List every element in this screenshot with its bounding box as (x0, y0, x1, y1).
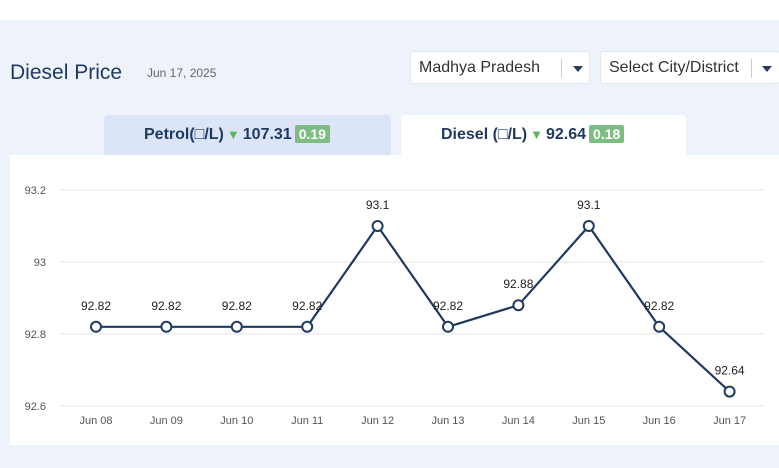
city-select-value: Select City/District (609, 59, 739, 76)
down-arrow-icon: ▼ (226, 127, 240, 142)
select-divider (561, 59, 562, 78)
tab-petrol-price: 107.31 (242, 126, 292, 143)
tab-diesel[interactable]: Diesel (□/L) ▼ 92.64 0.18 (401, 115, 686, 155)
data-point (442, 320, 454, 333)
chart-container: 92.6 92.8 93 93.2 Jun 08 Jun 09 Jun 10 Jun 11 Ju… (10, 155, 779, 445)
top-band (0, 20, 779, 35)
data-label: 92.82 (433, 299, 463, 313)
data-point (582, 220, 595, 232)
data-label: 92.82 (222, 299, 252, 313)
page-title: Diesel Price (10, 61, 123, 84)
data-point (90, 320, 102, 333)
data-label: 92.82 (292, 299, 322, 313)
data-point (160, 320, 173, 333)
tab-diesel-label: Diesel (□/L) (441, 126, 528, 143)
state-select-value: Madhya Pradesh (419, 59, 540, 76)
data-point (301, 320, 314, 333)
x-tick-label: Jun 17 (713, 415, 746, 427)
petrol-change-badge: 0.19 (294, 125, 330, 143)
data-label: 92.82 (81, 299, 111, 313)
x-tick-label: Jun 12 (361, 415, 394, 427)
price-line-chart: 92.6 92.8 93 93.2 Jun 08 Jun 09 Jun 10 Jun 11 Ju… (25, 185, 765, 427)
x-tick-label: Jun 13 (431, 415, 464, 427)
tab-petrol[interactable]: Petrol(□/L) ▼ 107.31 0.19 (104, 115, 391, 155)
y-tick-label: 92.6 (25, 401, 46, 413)
x-tick-label: Jun 11 (291, 415, 323, 427)
data-label: 92.82 (644, 299, 674, 313)
data-point (723, 385, 736, 398)
down-arrow-icon: ▼ (530, 127, 543, 142)
data-label: 92.64 (715, 364, 745, 378)
top-strip (0, 0, 779, 20)
data-point (230, 320, 243, 333)
data-label: 93.1 (366, 198, 390, 212)
x-tick-label: Jun 08 (79, 415, 112, 427)
state-select[interactable]: Madhya Pradesh (410, 51, 590, 84)
data-point (512, 299, 525, 312)
price-date: Jun 17, 2025 (147, 66, 217, 80)
data-point (371, 220, 384, 232)
data-point (653, 320, 666, 333)
data-label: 92.82 (151, 299, 181, 313)
y-tick-label: 93.2 (25, 185, 46, 197)
select-divider (751, 59, 752, 78)
data-label: 93.1 (577, 198, 601, 212)
data-label: 92.88 (503, 277, 533, 291)
chevron-down-icon (762, 66, 772, 72)
y-tick-label: 92.8 (25, 329, 46, 341)
chevron-down-icon (573, 66, 583, 72)
city-select[interactable]: Select City/District (600, 51, 779, 84)
x-tick-label: Jun 14 (502, 415, 535, 427)
diesel-change-badge: 0.18 (589, 125, 625, 143)
x-tick-label: Jun 16 (643, 415, 676, 427)
tab-diesel-price: 92.64 (546, 126, 587, 143)
series-line (96, 224, 731, 393)
x-tick-label: Jun 09 (150, 415, 183, 427)
y-tick-label: 93 (34, 257, 46, 269)
x-tick-label: Jun 15 (572, 415, 605, 427)
tab-petrol-label: Petrol(□/L) (144, 126, 224, 143)
x-tick-label: Jun 10 (220, 415, 253, 427)
